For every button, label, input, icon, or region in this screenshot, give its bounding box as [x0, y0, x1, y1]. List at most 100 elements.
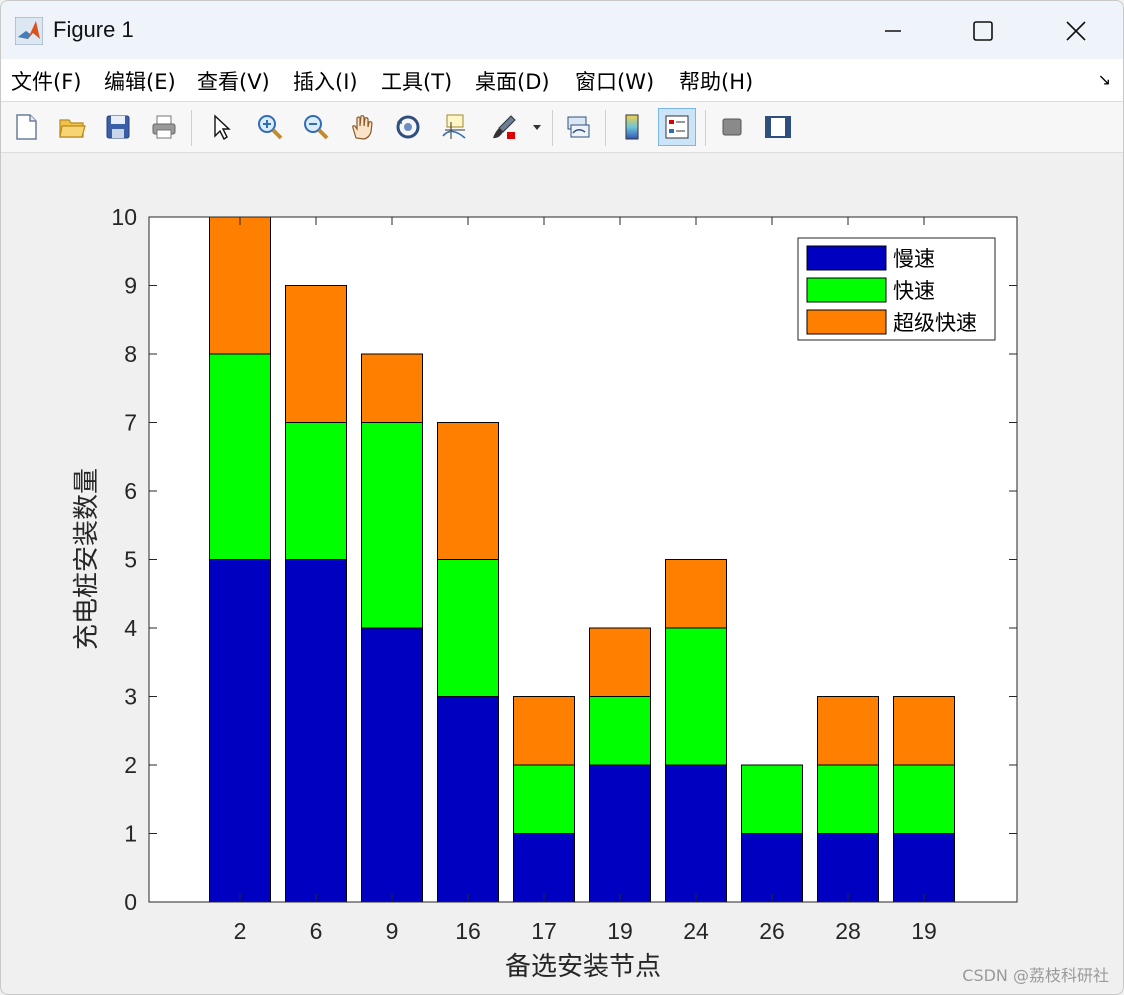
menu-file[interactable]: 文件(F)	[11, 66, 81, 96]
edit-plot-button[interactable]	[201, 108, 239, 146]
bar-segment-fast[interactable]	[437, 559, 499, 697]
close-icon	[1066, 21, 1086, 41]
bar-segment-fast[interactable]	[209, 353, 271, 560]
legend-swatch	[806, 309, 887, 335]
y-tick-label: 5	[124, 547, 137, 573]
bar-segment-slow[interactable]	[361, 627, 423, 903]
y-tick-label: 0	[124, 889, 137, 915]
bar-segment-slow[interactable]	[893, 833, 955, 903]
bar-segment-superfast[interactable]	[209, 216, 271, 355]
rotate-3d-icon	[396, 115, 420, 139]
bar-segment-superfast[interactable]	[817, 696, 879, 766]
data-cursor-button[interactable]	[435, 108, 473, 146]
bar-segment-superfast[interactable]	[589, 627, 651, 697]
y-tick-label: 9	[124, 273, 137, 299]
bar-segment-fast[interactable]	[361, 422, 423, 629]
close-button[interactable]	[1046, 9, 1106, 53]
bar-segment-fast[interactable]	[589, 696, 651, 766]
toolbar-separator	[705, 110, 706, 146]
bar-segment-superfast[interactable]	[437, 422, 499, 560]
bar-segment-fast[interactable]	[285, 422, 347, 560]
bar-segment-slow[interactable]	[437, 696, 499, 903]
bar-segment-fast[interactable]	[513, 764, 575, 834]
zoom-out-icon	[304, 115, 329, 140]
new-figure-button[interactable]	[7, 108, 45, 146]
matlab-logo-icon	[15, 17, 43, 45]
window-title: Figure 1	[53, 17, 134, 42]
figure-window: Figure 1 文件(F) 编辑(E) 查看(V) 插入(I) 工具(T) 桌…	[0, 0, 1124, 995]
open-file-button[interactable]	[53, 108, 91, 146]
toolbar	[1, 101, 1123, 153]
title-bar: Figure 1	[1, 1, 1123, 59]
link-plot-button[interactable]	[559, 108, 597, 146]
show-plot-tools-icon	[765, 116, 791, 138]
x-tick-label: 28	[835, 918, 861, 944]
colorbar-icon	[625, 114, 639, 140]
legend-swatch	[806, 245, 887, 271]
menu-window[interactable]: 窗口(W)	[575, 66, 654, 96]
pan-hand-icon	[352, 115, 373, 140]
y-tick-label: 4	[124, 615, 137, 641]
colorbar-button[interactable]	[613, 108, 651, 146]
bar-segment-fast[interactable]	[817, 764, 879, 834]
menu-tools[interactable]: 工具(T)	[381, 66, 452, 96]
bar-segment-fast[interactable]	[665, 627, 727, 766]
bar-segment-slow[interactable]	[209, 559, 271, 903]
bar-segment-fast[interactable]	[893, 764, 955, 834]
undock-arrow-icon[interactable]: ↘	[1098, 70, 1111, 89]
menu-bar: 文件(F) 编辑(E) 查看(V) 插入(I) 工具(T) 桌面(D) 窗口(W…	[1, 59, 1123, 101]
menu-edit[interactable]: 编辑(E)	[104, 66, 176, 96]
y-tick-label: 7	[124, 410, 137, 436]
y-tick-label: 3	[124, 684, 137, 710]
bar-segment-slow[interactable]	[665, 764, 727, 903]
legend[interactable]: 慢速快速超级快速	[797, 237, 996, 341]
menu-help[interactable]: 帮助(H)	[679, 66, 753, 96]
brush-icon	[493, 115, 516, 139]
y-tick-label: 6	[124, 478, 137, 504]
show-plot-tools-button[interactable]	[759, 108, 797, 146]
legend-button[interactable]	[658, 108, 696, 146]
y-axis-label: 充电桩安装数量	[72, 468, 102, 650]
bar-segment-slow[interactable]	[589, 764, 651, 903]
x-tick-label: 9	[386, 918, 399, 944]
menu-view[interactable]: 查看(V)	[197, 66, 270, 96]
bar-segment-superfast[interactable]	[893, 696, 955, 766]
maximize-icon	[973, 21, 993, 41]
menu-insert[interactable]: 插入(I)	[293, 66, 358, 96]
print-button[interactable]	[145, 108, 183, 146]
bar-segment-slow[interactable]	[513, 833, 575, 903]
save-icon	[106, 115, 130, 139]
brush-button[interactable]	[485, 108, 523, 146]
pointer-icon	[214, 114, 231, 141]
figure-canvas: 0 1 2 3 4 5 6 7 8 9 10 2 6 9 16 17 19 24 26 28 19 备选安装节点 充电…	[1, 153, 1123, 994]
hide-plot-tools-button[interactable]	[713, 108, 751, 146]
y-tick-label: 8	[124, 341, 137, 367]
legend-icon	[665, 115, 689, 139]
x-axis-label: 备选安装节点	[505, 952, 661, 982]
bar-segment-slow[interactable]	[817, 833, 879, 903]
brush-dropdown-button[interactable]	[527, 108, 547, 146]
bar-segment-superfast[interactable]	[513, 696, 575, 766]
legend-label: 慢速	[893, 247, 935, 271]
bar-segment-slow[interactable]	[285, 559, 347, 903]
rotate-3d-button[interactable]	[389, 108, 427, 146]
new-file-icon	[16, 114, 37, 140]
bar-segment-superfast[interactable]	[285, 285, 347, 423]
link-plot-icon	[567, 116, 590, 138]
save-button[interactable]	[99, 108, 137, 146]
menu-desktop[interactable]: 桌面(D)	[475, 66, 550, 96]
stacked-bar-chart: 012345678910 2 6 9 16 17 19 24 26 28 19 备选安装节点 充电…	[72, 204, 1018, 982]
data-cursor-icon	[442, 114, 466, 139]
legend-swatch	[806, 277, 887, 303]
zoom-out-button[interactable]	[297, 108, 335, 146]
minimize-button[interactable]	[863, 9, 923, 53]
pan-button[interactable]	[343, 108, 381, 146]
bar-segment-fast[interactable]	[741, 764, 803, 834]
bar-segment-superfast[interactable]	[361, 353, 423, 423]
x-tick-label: 19	[911, 918, 937, 944]
bar-segment-superfast[interactable]	[665, 559, 727, 629]
zoom-in-button[interactable]	[251, 108, 289, 146]
bar-segment-slow[interactable]	[741, 833, 803, 903]
x-tick-label: 17	[531, 918, 557, 944]
maximize-button[interactable]	[953, 9, 1013, 53]
